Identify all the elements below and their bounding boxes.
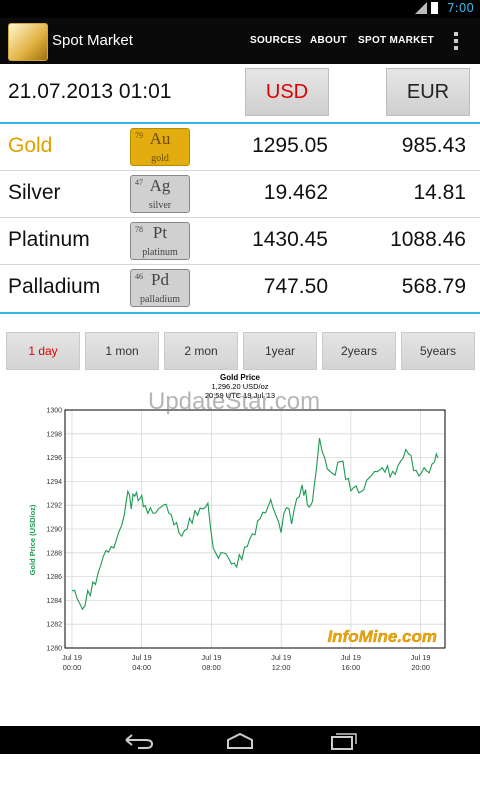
chart-y-tick-label: 1294 bbox=[46, 479, 62, 486]
usd-button[interactable]: USD bbox=[245, 68, 329, 116]
chart-y-tick-label: 1284 bbox=[46, 598, 62, 605]
chart-x-tick-label: Jul 19 bbox=[62, 653, 82, 662]
metal-name: Palladium bbox=[8, 275, 101, 298]
chart-y-tick-label: 1286 bbox=[46, 574, 62, 581]
back-icon[interactable] bbox=[118, 730, 158, 750]
action-bar: Spot Market SOURCES ABOUT SPOT MARKET bbox=[0, 18, 480, 64]
metal-row-gold[interactable]: Gold 79 Au gold 1295.05 985.43 bbox=[0, 124, 480, 170]
price-eur: 985.43 bbox=[401, 134, 466, 157]
chart-x-tick-label: 08:00 bbox=[202, 663, 221, 672]
chart-y-tick-label: 1298 bbox=[46, 431, 62, 438]
signal-icon bbox=[415, 2, 427, 14]
status-icons bbox=[415, 2, 438, 14]
menu-sources[interactable]: SOURCES bbox=[250, 35, 302, 46]
overflow-menu-icon[interactable] bbox=[454, 32, 458, 50]
chart-x-tick-label: Jul 19 bbox=[201, 653, 221, 662]
app-logo-icon[interactable] bbox=[8, 23, 48, 61]
menu-spot-market[interactable]: SPOT MARKET bbox=[358, 35, 434, 46]
battery-icon bbox=[431, 2, 438, 14]
price-usd: 1295.05 bbox=[252, 134, 328, 157]
chart-y-tick-label: 1282 bbox=[46, 622, 62, 629]
price-usd: 747.50 bbox=[263, 275, 328, 298]
chart-title: Gold Price bbox=[220, 373, 261, 382]
metal-row-silver[interactable]: Silver 47 Ag silver 19.462 14.81 bbox=[0, 171, 480, 217]
price-usd: 19.462 bbox=[263, 181, 328, 204]
chart-x-tick-label: Jul 19 bbox=[271, 653, 291, 662]
silver-element-icon: 47 Ag silver bbox=[130, 175, 190, 213]
metal-row-palladium[interactable]: Palladium 46 Pd palladium 747.50 568.79 bbox=[0, 265, 480, 311]
metals-divider bbox=[0, 312, 480, 314]
metal-name: Silver bbox=[8, 181, 61, 204]
app-title: Spot Market bbox=[52, 32, 133, 49]
chart-x-tick-label: 04:00 bbox=[132, 663, 151, 672]
chart-subtitle-price: 1,296.20 USD/oz bbox=[211, 382, 268, 391]
chart-x-tick-label: 00:00 bbox=[63, 663, 82, 672]
chart-brand-logo: InfoMine.com bbox=[327, 627, 437, 646]
palladium-element-icon: 46 Pd palladium bbox=[130, 269, 190, 307]
chart-grid bbox=[65, 409, 445, 649]
home-icon[interactable] bbox=[220, 730, 260, 750]
price-eur: 1088.46 bbox=[390, 228, 466, 251]
price-eur: 14.81 bbox=[413, 181, 466, 204]
status-time: 7:00 bbox=[447, 1, 474, 15]
chart-x-tick-label: Jul 19 bbox=[341, 653, 361, 662]
chart-x-tick-label: 20:00 bbox=[411, 663, 430, 672]
chart-x-ticks: Jul 1900:00Jul 1904:00Jul 1908:00Jul 191… bbox=[62, 653, 431, 672]
metal-name: Platinum bbox=[8, 228, 90, 251]
range-2-years-button[interactable]: 2years bbox=[322, 332, 396, 370]
chart-y-tick-label: 1288 bbox=[46, 550, 62, 557]
chart-y-axis-label: Gold Price (USD/oz) bbox=[28, 504, 37, 575]
chart-y-ticks: 1280 1282 1284 1286 1288 1290 1292 1294 1296 1298… bbox=[46, 408, 62, 653]
chart-y-tick-label: 1300 bbox=[46, 408, 62, 415]
recent-apps-icon[interactable] bbox=[322, 730, 362, 750]
price-eur: 568.79 bbox=[401, 275, 466, 298]
chart-x-tick-label: 16:00 bbox=[341, 663, 360, 672]
chart-y-tick-label: 1290 bbox=[46, 527, 62, 534]
range-1-year-button[interactable]: 1year bbox=[243, 332, 317, 370]
range-2-mon-button[interactable]: 2 mon bbox=[164, 332, 238, 370]
eur-button[interactable]: EUR bbox=[386, 68, 470, 116]
status-bar: 7:00 bbox=[0, 0, 480, 18]
chart-x-tick-label: Jul 19 bbox=[132, 653, 152, 662]
platinum-element-icon: 78 Pt platinum bbox=[130, 222, 190, 260]
chart-y-tick-label: 1280 bbox=[46, 646, 62, 653]
system-nav-bar bbox=[0, 726, 480, 754]
chart-series-line bbox=[71, 437, 439, 611]
range-1-mon-button[interactable]: 1 mon bbox=[85, 332, 159, 370]
price-usd: 1430.45 bbox=[252, 228, 328, 251]
metal-name: Gold bbox=[8, 134, 53, 157]
chart-x-tick-label: Jul 19 bbox=[411, 653, 431, 662]
chart-y-tick-label: 1296 bbox=[46, 455, 62, 462]
metal-row-platinum[interactable]: Platinum 78 Pt platinum 1430.45 1088.46 bbox=[0, 218, 480, 264]
chart-x-tick-label: 12:00 bbox=[272, 663, 291, 672]
gold-element-icon: 79 Au gold bbox=[130, 128, 190, 166]
menu-about[interactable]: ABOUT bbox=[310, 35, 347, 46]
gold-price-chart: Gold Price 1,296.20 USD/oz 20:59 UTC 19 … bbox=[28, 373, 446, 672]
range-1-day-button[interactable]: 1 day bbox=[6, 332, 80, 370]
chart-y-tick-label: 1292 bbox=[46, 503, 62, 510]
chart-subtitle-time: 20:59 UTC 19 Jul '13 bbox=[205, 391, 275, 400]
range-5-years-button[interactable]: 5years bbox=[401, 332, 475, 370]
last-update-datetime: 21.07.2013 01:01 bbox=[8, 80, 172, 103]
